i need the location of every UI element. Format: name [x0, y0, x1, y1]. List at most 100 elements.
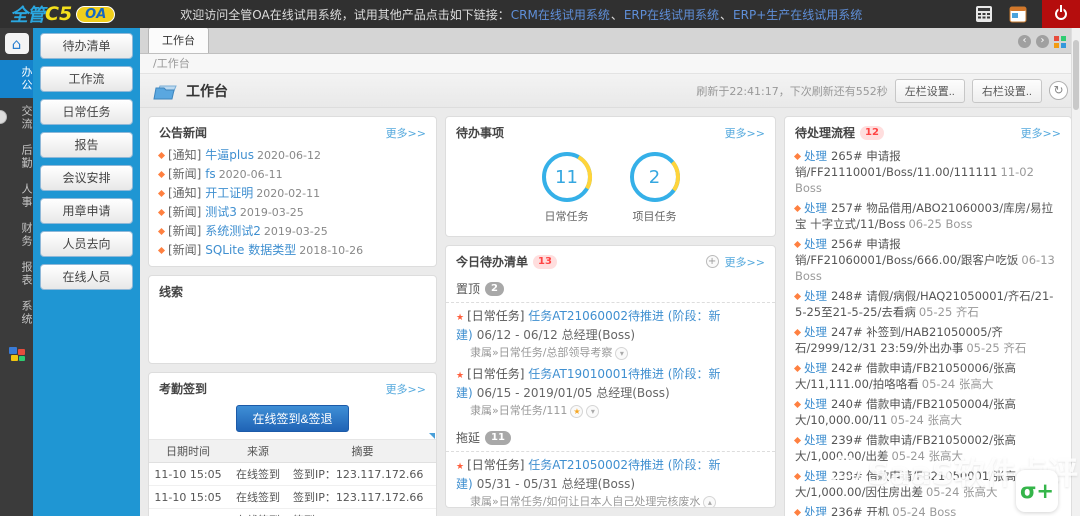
task-when: 06/12 - 06/12 总经理(Boss)	[477, 328, 635, 342]
news-title-link[interactable]: 牛逼plus	[205, 148, 254, 162]
bullet-icon	[158, 189, 165, 196]
col-header-summary[interactable]: 摘要	[289, 440, 436, 463]
process-link[interactable]: 处理	[804, 289, 827, 303]
pending-flows-more-link[interactable]: 更多>>	[1021, 125, 1061, 141]
menu-item-daily-tasks[interactable]: 日常任务	[40, 99, 133, 125]
app-logo[interactable]: 全管 C5 OA	[0, 1, 125, 27]
sidebar-item-system[interactable]: 系统	[0, 294, 33, 332]
cell-source: 在线签到	[227, 463, 289, 486]
add-task-button[interactable]: +	[706, 255, 719, 268]
tab-scroll-right-button[interactable]: ›	[1036, 35, 1049, 48]
news-title-link[interactable]: 测试3	[205, 205, 237, 219]
menu-sidebar: 待办清单 工作流 日常任务 报告 会议安排 用章申请 人员去向 在线人员	[33, 28, 140, 516]
logout-power-button[interactable]	[1042, 0, 1080, 28]
news-row[interactable]: [新闻] SQLite 数据类型2018-10-26	[149, 241, 436, 260]
app-window: 全管 C5 OA 欢迎访问全管OA在线试用系统，试用其他产品点击如下链接：CRM…	[0, 0, 1080, 516]
flow-row[interactable]: 处理240# 借款申请/FB21050004/张高大/10,000.00/110…	[785, 394, 1071, 430]
attendance-more-link[interactable]: 更多>>	[386, 381, 426, 397]
apps-blocks-icon[interactable]	[7, 345, 27, 363]
process-link[interactable]: 处理	[804, 361, 827, 375]
tab-overview-grid-icon[interactable]	[1054, 36, 1066, 48]
sidebar-item-logistics[interactable]: 后勤	[0, 138, 33, 176]
group-pinned[interactable]: 置顶2	[446, 275, 775, 303]
col-header-source[interactable]: 来源	[227, 440, 289, 463]
page-header-tools: 刷新于22:41:17，下次刷新还有552秒 左栏设置.. 右栏设置.. ↻	[696, 79, 1068, 103]
flow-row[interactable]: 处理239# 借款申请/FB21050002/张高大/1,000.00/出差05…	[785, 430, 1071, 466]
sidebar-item-finance[interactable]: 财务	[0, 216, 33, 254]
refresh-button[interactable]: ↻	[1049, 81, 1068, 100]
home-button[interactable]: ⌂	[5, 33, 29, 54]
news-tag: [新闻]	[168, 224, 201, 238]
task-item[interactable]: ★[日常任务] 任务AT21050002待推进 (阶段：新建)05/31 - 0…	[446, 452, 775, 493]
process-link[interactable]: 处理	[804, 237, 827, 251]
today-todo-title: 今日待办清单	[456, 253, 528, 270]
flow-row[interactable]: 处理247# 补签到/HAB21050005/齐石/2999/12/31 23:…	[785, 322, 1071, 358]
menu-item-reports[interactable]: 报告	[40, 132, 133, 158]
erp-prod-trial-link[interactable]: ERP+生产在线试用系统	[733, 8, 862, 22]
news-title-link[interactable]: 系统测试2	[205, 224, 261, 238]
pin-top-icon[interactable]: ▴	[703, 496, 716, 509]
news-panel-title: 公告新闻	[159, 124, 207, 141]
process-link[interactable]: 处理	[804, 469, 827, 483]
sidebar-item-office[interactable]: 办公	[0, 60, 33, 98]
today-todo-more-link[interactable]: 更多>>	[725, 254, 765, 270]
expand-icon[interactable]: ▾	[586, 405, 599, 418]
news-row[interactable]: [新闻] fs2020-06-11	[149, 165, 436, 184]
favorite-icon[interactable]: ★	[570, 405, 583, 418]
news-row[interactable]: [新闻] 测试32019-03-25	[149, 203, 436, 222]
news-title-link[interactable]: 开工证明	[205, 186, 253, 200]
table-row[interactable]: 11-10 15:05在线签到签到IP：123.117.172.66	[149, 486, 436, 509]
tab-scroll-left-button[interactable]: ‹	[1018, 35, 1031, 48]
table-row[interactable]: 11-10 15:05在线签到签到IP：123.117.172.66	[149, 509, 436, 516]
news-row[interactable]: [通知] 牛逼plus2020-06-12	[149, 146, 436, 165]
today-todo-count-badge: 13	[533, 255, 557, 269]
process-link[interactable]: 处理	[804, 505, 827, 516]
news-more-link[interactable]: 更多>>	[386, 125, 426, 141]
menu-item-seal-request[interactable]: 用章申请	[40, 198, 133, 224]
scrollbar-thumb[interactable]	[1073, 40, 1079, 110]
col-header-datetime[interactable]: 日期时间	[149, 440, 227, 463]
expand-icon[interactable]: ▾	[615, 347, 628, 360]
table-row[interactable]: 11-10 15:05在线签到签到IP：123.117.172.66	[149, 463, 436, 486]
process-link[interactable]: 处理	[804, 149, 827, 163]
calendar-icon[interactable]	[1008, 5, 1028, 23]
cell-datetime: 11-10 15:05	[149, 486, 227, 509]
process-link[interactable]: 处理	[804, 325, 827, 339]
todo-summary-more-link[interactable]: 更多>>	[725, 125, 765, 141]
flow-row[interactable]: 处理257# 物品借用/ABO21060003/库房/易拉宝 十字立式/11/B…	[785, 198, 1071, 234]
task-item[interactable]: ★[日常任务] 任务AT19010001待推进 (阶段：新建)06/15 - 2…	[446, 361, 775, 402]
menu-item-online-users[interactable]: 在线人员	[40, 264, 133, 290]
flow-row[interactable]: 处理242# 借款申请/FB21050006/张高大/11,111.00/拍咯咯…	[785, 358, 1071, 394]
right-column-settings-button[interactable]: 右栏设置..	[972, 79, 1042, 103]
project-task-donut[interactable]: 2 项目任务	[628, 150, 682, 224]
online-signin-button[interactable]: 在线签到&签退	[236, 405, 348, 432]
menu-item-workflow[interactable]: 工作流	[40, 66, 133, 92]
sidebar-item-hr[interactable]: 人事	[0, 177, 33, 215]
sidebar-item-reports[interactable]: 报表	[0, 255, 33, 293]
process-link[interactable]: 处理	[804, 201, 827, 215]
tab-workbench[interactable]: 工作台	[148, 27, 209, 53]
vertical-scrollbar[interactable]	[1071, 28, 1080, 516]
menu-item-meetings[interactable]: 会议安排	[40, 165, 133, 191]
cell-summary: 签到IP：123.117.172.66	[289, 486, 436, 509]
flow-row[interactable]: 处理248# 请假/病假/HAQ21050001/齐石/21-5-25至21-5…	[785, 286, 1071, 322]
menu-item-staff-whereabouts[interactable]: 人员去向	[40, 231, 133, 257]
process-link[interactable]: 处理	[804, 397, 827, 411]
crm-trial-link[interactable]: CRM在线试用系统	[511, 8, 610, 22]
floating-brand-button[interactable]: σ+	[1016, 470, 1058, 512]
flow-row[interactable]: 处理256# 申请报销/FF21060001/Boss/666.00/跟客户吃饭…	[785, 234, 1071, 286]
news-row[interactable]: [新闻] 系统测试22019-03-25	[149, 222, 436, 241]
news-title-link[interactable]: SQLite 数据类型	[205, 243, 296, 257]
flow-row[interactable]: 处理265# 申请报销/FF21110001/Boss/11.00/111111…	[785, 146, 1071, 198]
group-delayed[interactable]: 拖延11	[446, 424, 775, 452]
news-title-link[interactable]: fs	[205, 167, 215, 181]
daily-task-donut[interactable]: 11 日常任务	[540, 150, 594, 224]
calculator-icon[interactable]	[974, 5, 994, 23]
task-item[interactable]: ★[日常任务] 任务AT21060002待推进 (阶段：新建)06/12 - 0…	[446, 303, 775, 344]
news-row[interactable]: [通知] 开工证明2020-02-11	[149, 184, 436, 203]
erp-trial-link[interactable]: ERP在线试用系统	[624, 8, 719, 22]
process-link[interactable]: 处理	[804, 433, 827, 447]
menu-item-todo-list[interactable]: 待办清单	[40, 33, 133, 59]
cell-datetime: 11-10 15:05	[149, 509, 227, 516]
left-column-settings-button[interactable]: 左栏设置..	[895, 79, 965, 103]
